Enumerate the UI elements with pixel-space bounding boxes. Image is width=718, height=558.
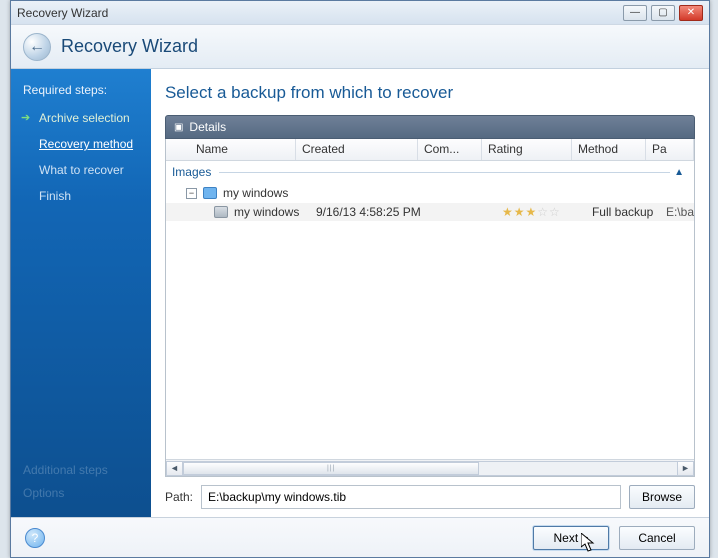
path-input[interactable] (201, 485, 621, 509)
cancel-button[interactable]: Cancel (619, 526, 695, 550)
grid-body: Images ▲ − my windows my windows 9/16/13… (166, 161, 694, 459)
step-label: Archive selection (39, 111, 130, 125)
col-method[interactable]: Method (572, 139, 646, 160)
col-comment[interactable]: Com... (418, 139, 482, 160)
next-button[interactable]: Next > (533, 526, 609, 550)
help-button[interactable]: ? (25, 528, 45, 548)
col-expand (166, 139, 190, 160)
cell-created: 9/16/13 4:58:25 PM (316, 205, 438, 219)
backup-row[interactable]: my windows 9/16/13 4:58:25 PM ★★★☆☆ Full… (166, 203, 694, 221)
node-label: my windows (223, 186, 288, 200)
step-label: Finish (39, 189, 71, 203)
group-label: Images (172, 165, 211, 179)
wizard-title: Recovery Wizard (61, 36, 198, 57)
back-arrow-icon: ← (29, 38, 45, 56)
main-panel: Select a backup from which to recover ▣ … (151, 69, 709, 517)
browse-button[interactable]: Browse (629, 485, 695, 509)
window-title: Recovery Wizard (17, 6, 108, 20)
step-what-to-recover[interactable]: What to recover (11, 157, 151, 183)
details-header[interactable]: ▣ Details (165, 115, 695, 139)
tree-node-my-windows[interactable]: − my windows (166, 183, 694, 203)
wizard-footer: ? Next > Cancel (11, 517, 709, 557)
step-finish[interactable]: Finish (11, 183, 151, 209)
close-button[interactable]: ✕ (679, 5, 703, 21)
wizard-body: Required steps: ➔ Archive selection Reco… (11, 69, 709, 517)
maximize-button[interactable]: ▢ (651, 5, 675, 21)
page-heading: Select a backup from which to recover (165, 83, 695, 103)
scroll-track[interactable]: ||| (183, 461, 677, 476)
col-name[interactable]: Name (190, 139, 296, 160)
help-icon: ? (32, 531, 39, 545)
step-archive-selection[interactable]: ➔ Archive selection (11, 105, 151, 131)
titlebar: Recovery Wizard — ▢ ✕ (11, 1, 709, 25)
col-path[interactable]: Pa (646, 139, 694, 160)
sidebar-faded-section: Additional steps Options (23, 459, 108, 505)
steps-sidebar: Required steps: ➔ Archive selection Reco… (11, 69, 151, 517)
cell-rating: ★★★☆☆ (502, 205, 592, 219)
horizontal-scrollbar[interactable]: ◄ ||| ► (166, 459, 694, 476)
expand-icon: ▣ (174, 122, 183, 133)
collapse-toggle[interactable]: − (186, 188, 197, 199)
step-recovery-method[interactable]: Recovery method (11, 131, 151, 157)
col-created[interactable]: Created (296, 139, 418, 160)
required-steps-label: Required steps: (11, 79, 151, 105)
step-label: What to recover (39, 163, 124, 177)
faded-item: Additional steps (23, 459, 108, 482)
scroll-left-button[interactable]: ◄ (166, 461, 183, 476)
minimize-button[interactable]: — (623, 5, 647, 21)
group-line (219, 172, 670, 173)
back-button[interactable]: ← (23, 33, 51, 61)
path-label: Path: (165, 490, 193, 504)
check-arrow-icon: ➔ (21, 111, 30, 124)
wizard-header: ← Recovery Wizard (11, 25, 709, 69)
group-images[interactable]: Images ▲ (166, 161, 694, 183)
step-label: Recovery method (39, 137, 133, 151)
recovery-wizard-window: Recovery Wizard — ▢ ✕ ← Recovery Wizard … (10, 0, 710, 558)
col-rating[interactable]: Rating (482, 139, 572, 160)
chevron-up-icon[interactable]: ▲ (670, 167, 688, 178)
scroll-thumb[interactable]: ||| (183, 462, 479, 475)
column-headers: Name Created Com... Rating Method Pa (166, 139, 694, 161)
details-label: Details (189, 120, 226, 134)
cell-path: E:\ba (666, 205, 694, 219)
disk-icon (214, 206, 228, 218)
scroll-right-button[interactable]: ► (677, 461, 694, 476)
faded-item: Options (23, 482, 108, 505)
archive-icon (203, 187, 217, 199)
backup-list: Name Created Com... Rating Method Pa Ima… (165, 139, 695, 477)
cell-method: Full backup (592, 205, 666, 219)
cell-name: my windows (234, 205, 316, 219)
path-row: Path: Browse (165, 485, 695, 509)
